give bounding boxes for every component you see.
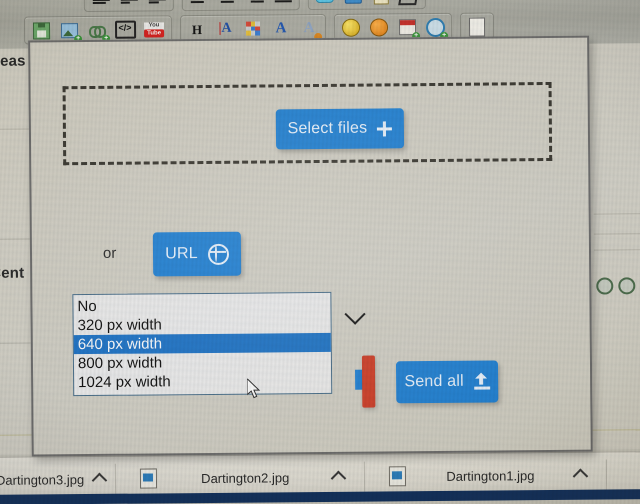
dropdown-option-1024[interactable]: 1024 px width — [74, 371, 331, 392]
page-icon[interactable] — [466, 16, 488, 38]
font-color-icon[interactable]: A — [214, 18, 236, 40]
toolbar-group-lists — [83, 0, 174, 13]
select-files-button[interactable]: Select files — [275, 108, 405, 150]
flag-icon[interactable] — [398, 0, 420, 6]
download-file-name: Dartington1.jpg — [446, 467, 535, 484]
text-style-icon[interactable]: A — [270, 17, 292, 39]
comment-icon[interactable] — [314, 0, 336, 7]
dropdown-option-800[interactable]: 800 px width — [74, 352, 331, 373]
chevron-up-icon[interactable] — [91, 472, 108, 489]
dropdown-option-320[interactable]: 320 px width — [74, 314, 331, 335]
source-code-icon[interactable]: </> — [114, 19, 136, 41]
download-item-3[interactable]: Dartington3.jpg — [0, 463, 117, 495]
download-file-name: Dartington3.jpg — [0, 471, 85, 488]
insert-image-icon[interactable]: + — [58, 19, 83, 44]
clear-format-icon[interactable]: A — [298, 17, 323, 42]
save-icon[interactable] — [30, 19, 52, 41]
download-item-1[interactable]: Dartington1.jpg — [365, 459, 607, 492]
toolbar-group-insert — [307, 0, 426, 11]
mouse-cursor — [247, 378, 261, 399]
upload-dialog: Select files or URL 640 px width Send al… — [28, 35, 593, 457]
globe-icon — [207, 243, 229, 265]
list-indent-icon[interactable] — [90, 0, 112, 9]
download-file-name: Dartington2.jpg — [201, 469, 290, 486]
align-center-icon[interactable] — [216, 0, 238, 8]
background-icon-b — [618, 277, 636, 295]
url-label: URL — [165, 245, 198, 263]
image-size-dropdown-list[interactable]: No 320 px width 640 px width 800 px widt… — [72, 291, 333, 397]
chevron-down-icon — [344, 303, 366, 325]
or-label: or — [102, 244, 117, 262]
photographed-screen: pleas Cent Serving — [0, 0, 640, 504]
note-icon[interactable] — [370, 0, 392, 7]
youtube-icon[interactable]: You Tube — [142, 18, 166, 40]
download-item-2[interactable]: Dartington2.jpg — [116, 461, 366, 494]
list-bullet-icon[interactable] — [118, 0, 140, 9]
toolbar-group-align — [181, 0, 300, 12]
background-text-fragment-1: pleas — [0, 52, 26, 70]
send-all-label: Send all — [404, 372, 464, 391]
file-icon — [389, 466, 407, 487]
palette-icon[interactable] — [242, 17, 264, 39]
align-left-icon[interactable] — [188, 0, 210, 8]
contact-icon[interactable] — [342, 0, 364, 7]
emoticon-icon[interactable] — [340, 17, 362, 39]
background-icon-a — [596, 277, 614, 295]
calendar-add-icon[interactable]: + — [396, 16, 421, 41]
chevron-up-icon[interactable] — [331, 470, 347, 487]
background-text-fragment-2: Cent — [0, 264, 25, 282]
insert-link-icon[interactable]: + — [86, 19, 111, 43]
dropdown-option-no[interactable]: No — [73, 295, 330, 316]
align-justify-icon[interactable] — [272, 0, 294, 7]
file-icon — [140, 468, 158, 489]
list-number-icon[interactable] — [146, 0, 168, 9]
send-all-button[interactable]: Send all — [395, 360, 499, 404]
chevron-up-icon[interactable] — [572, 468, 588, 485]
emoticon-orange-icon[interactable] — [368, 16, 390, 38]
cancel-button[interactable] — [361, 355, 376, 408]
align-right-icon[interactable] — [244, 0, 266, 8]
dropdown-option-640[interactable]: 640 px width — [73, 332, 331, 355]
plus-icon — [377, 121, 392, 136]
upload-icon — [473, 374, 490, 390]
heading-icon[interactable]: H — [186, 18, 208, 40]
select-files-label: Select files — [287, 119, 368, 138]
url-button[interactable]: URL — [152, 231, 242, 277]
clock-add-icon[interactable]: + — [424, 16, 449, 40]
